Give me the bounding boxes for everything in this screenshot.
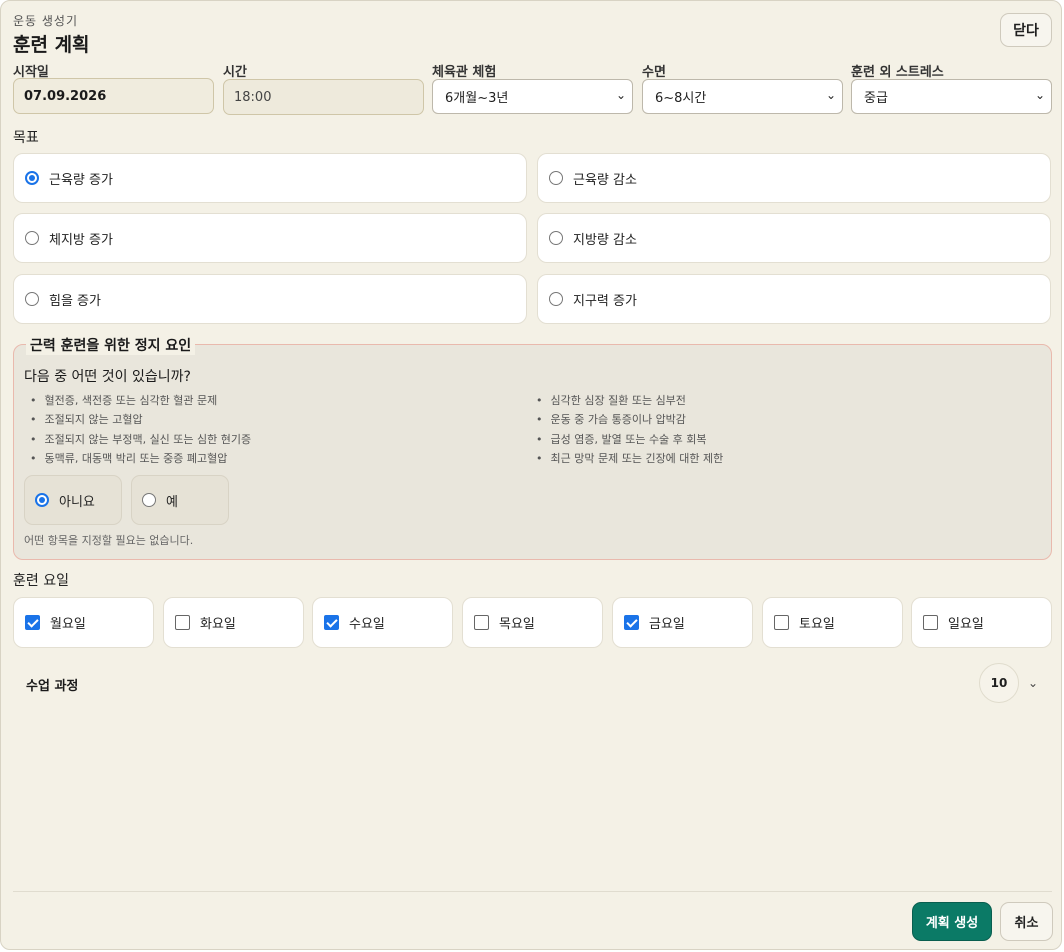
day-label: 일요일 [948, 617, 984, 632]
day-label: 월요일 [50, 617, 86, 632]
day-wednesday[interactable]: 수요일 [312, 597, 453, 648]
list-item: 심각한 심장 질환 또는 심부전 [536, 391, 723, 410]
sleep-value: 6~8시간 [655, 91, 707, 106]
goal-option[interactable]: 근육량 감소 [537, 153, 1051, 203]
training-days-label: 훈련 요일 [13, 573, 69, 589]
stress-select[interactable]: 중급 ⌄ [851, 79, 1052, 114]
radio-selected-icon [25, 171, 39, 185]
no-label: 아니요 [59, 494, 95, 510]
goal-option-label: 근육량 감소 [573, 172, 637, 188]
goal-option[interactable]: 근육량 증가 [13, 153, 527, 203]
goal-option[interactable]: 지구력 증가 [537, 274, 1051, 324]
goal-option[interactable]: 체지방 증가 [13, 213, 527, 263]
radio-icon [25, 231, 39, 245]
dialog-title: 훈련 계획 [13, 34, 90, 56]
chevron-down-icon[interactable]: ⌄ [1028, 676, 1038, 690]
list-item: 조절되지 않는 고혈압 [30, 410, 251, 429]
checkbox-checked-icon [324, 615, 339, 630]
list-item: 조절되지 않는 부정맥, 실신 또는 심한 현기증 [30, 430, 252, 449]
footer-divider [13, 891, 1052, 892]
radio-selected-icon [35, 493, 49, 507]
training-plan-dialog: 운동 생성기 훈련 계획 닫다 시작일 07.09.2026 시간 18:00 … [0, 0, 1062, 950]
chevron-down-icon: ⌄ [615, 88, 626, 102]
stress-value: 중급 [864, 91, 888, 106]
stop-factors-hint: 어떤 항목을 지정할 필요는 없습니다. [24, 534, 194, 547]
stop-factors-yes-option[interactable]: 예 [131, 475, 229, 525]
yes-label: 예 [166, 494, 178, 510]
close-button[interactable]: 닫다 [1000, 13, 1052, 47]
day-thursday[interactable]: 목요일 [462, 597, 603, 648]
list-item: 혈전증, 색전증 또는 심각한 혈관 문제 [30, 391, 251, 410]
radio-icon [142, 493, 156, 507]
list-item: 급성 염증, 발열 또는 수술 후 회복 [536, 430, 723, 449]
day-label: 수요일 [349, 617, 385, 632]
goal-option-label: 힘을 증가 [49, 293, 101, 309]
day-sunday[interactable]: 일요일 [911, 597, 1052, 648]
goal-option-label: 체지방 증가 [49, 232, 113, 248]
goal-option-label: 지방량 감소 [573, 232, 637, 248]
day-label: 목요일 [499, 617, 535, 632]
sessions-label: 수업 과정 [26, 679, 79, 694]
experience-label: 체육관 체험 [432, 65, 497, 80]
radio-icon [549, 292, 563, 306]
stop-factors-no-option[interactable]: 아니요 [24, 475, 122, 525]
dialog-eyebrow: 운동 생성기 [13, 14, 79, 28]
day-saturday[interactable]: 토요일 [762, 597, 903, 648]
day-tuesday[interactable]: 화요일 [163, 597, 304, 648]
stop-factors-title: 근력 훈련을 위한 정지 요인 [26, 335, 196, 355]
sleep-label: 수면 [642, 65, 666, 80]
radio-icon [549, 171, 563, 185]
stop-factors-list-left: 혈전증, 색전증 또는 심각한 혈관 문제 조절되지 않는 고혈압 조절되지 않… [30, 391, 252, 468]
start-date-input[interactable]: 07.09.2026 [13, 78, 214, 114]
experience-select[interactable]: 6개월~3년 ⌄ [432, 79, 633, 114]
radio-icon [549, 231, 563, 245]
cancel-button[interactable]: 취소 [1000, 902, 1053, 941]
chevron-down-icon: ⌄ [825, 88, 836, 102]
day-label: 토요일 [799, 617, 835, 632]
sleep-select[interactable]: 6~8시간 ⌄ [642, 79, 843, 114]
create-plan-button[interactable]: 계획 생성 [912, 902, 992, 941]
time-label: 시간 [223, 65, 247, 80]
sessions-count[interactable]: 10 [979, 663, 1019, 703]
day-label: 화요일 [200, 617, 236, 632]
checkbox-icon [923, 615, 938, 630]
chevron-down-icon: ⌄ [1034, 88, 1045, 102]
stop-factors-list-right: 심각한 심장 질환 또는 심부전 운동 중 가슴 통증이나 압박감 급성 염증,… [536, 391, 724, 468]
goal-option-label: 지구력 증가 [573, 293, 637, 309]
checkbox-icon [175, 615, 190, 630]
stop-factors-section: 근력 훈련을 위한 정지 요인 다음 중 어떤 것이 있습니까? 혈전증, 색전… [13, 335, 1052, 560]
day-label: 금요일 [649, 617, 685, 632]
checkbox-checked-icon [624, 615, 639, 630]
list-item: 운동 중 가슴 통증이나 압박감 [536, 410, 723, 429]
checkbox-icon [774, 615, 789, 630]
goal-option-label: 근육량 증가 [49, 172, 113, 188]
radio-icon [25, 292, 39, 306]
list-item: 동맥류, 대동맥 박리 또는 중증 폐고혈압 [30, 449, 251, 468]
checkbox-icon [474, 615, 489, 630]
list-item: 최근 망막 문제 또는 긴장에 대한 제한 [536, 449, 724, 468]
stress-label: 훈련 외 스트레스 [851, 65, 944, 80]
checkbox-checked-icon [25, 615, 40, 630]
goal-option[interactable]: 지방량 감소 [537, 213, 1051, 263]
day-friday[interactable]: 금요일 [612, 597, 753, 648]
experience-value: 6개월~3년 [445, 91, 509, 106]
time-input[interactable]: 18:00 [223, 79, 424, 115]
goals-label: 목표 [13, 130, 39, 146]
day-monday[interactable]: 월요일 [13, 597, 154, 648]
stop-factors-question: 다음 중 어떤 것이 있습니까? [24, 369, 191, 385]
goal-option[interactable]: 힘을 증가 [13, 274, 527, 324]
